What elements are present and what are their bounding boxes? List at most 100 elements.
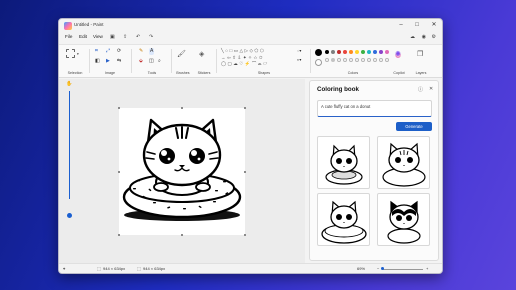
- primary-color-swatch[interactable]: [315, 49, 322, 56]
- account-icon[interactable]: ◉: [422, 34, 426, 40]
- zoom-slider-knob[interactable]: [67, 213, 72, 218]
- hand-icon[interactable]: ✋: [66, 82, 72, 87]
- group-label-copilot: Copilot: [393, 71, 405, 75]
- fill-icon[interactable]: ⬙: [139, 59, 143, 64]
- coloring-book-panel: Coloring book ⓘ ✕ A cute fluffy cat on a…: [309, 80, 439, 261]
- result-thumbnail-2[interactable]: [377, 136, 430, 189]
- palette-color-swatch[interactable]: [373, 50, 377, 54]
- palette-color-swatch[interactable]: [373, 58, 377, 62]
- crop-icon[interactable]: ⌗: [95, 49, 98, 54]
- canvas-size-text: 944 × 634px: [103, 266, 126, 271]
- maximize-button[interactable]: □: [411, 21, 423, 30]
- result-thumbnail-1[interactable]: [317, 136, 370, 189]
- resize-handle[interactable]: [181, 234, 183, 236]
- palette-color-swatch[interactable]: [349, 58, 353, 62]
- vertical-zoom-slider[interactable]: [69, 91, 70, 199]
- copilot-icon[interactable]: ✺: [395, 51, 401, 58]
- group-label-colors: Colors: [347, 71, 359, 75]
- palette-color-swatch[interactable]: [385, 58, 389, 62]
- ribbon-divider: [216, 49, 217, 73]
- cloud-icon[interactable]: ☁: [410, 34, 415, 40]
- resize-handle[interactable]: [118, 171, 120, 173]
- resize-icon[interactable]: ⤢: [106, 49, 110, 54]
- eraser-icon[interactable]: ◫: [149, 59, 154, 64]
- minimize-button[interactable]: –: [395, 21, 407, 30]
- redo-icon[interactable]: ↷: [149, 34, 153, 40]
- ribbon-divider: [171, 49, 172, 73]
- group-label-brushes: Brushes: [176, 71, 190, 75]
- outline-icon[interactable]: ◌▾: [297, 49, 301, 53]
- sticker-icon[interactable]: ◈: [199, 51, 204, 58]
- image-creator-icon[interactable]: ▶: [106, 59, 110, 64]
- resize-handle[interactable]: [244, 107, 246, 109]
- title-bar: Untitled - Paint – □ ✕: [59, 19, 442, 33]
- undo-icon[interactable]: ↶: [136, 34, 140, 40]
- generate-button[interactable]: Generate: [396, 122, 432, 131]
- flip-icon[interactable]: ⇆: [117, 59, 121, 64]
- resize-handle[interactable]: [181, 107, 183, 109]
- resize-handle[interactable]: [118, 107, 120, 109]
- pencil-icon[interactable]: ✎: [139, 49, 143, 54]
- prompt-input[interactable]: A cute fluffy cat on a donut: [317, 100, 432, 117]
- shape-fill-icon[interactable]: ◐▾: [297, 58, 301, 62]
- palette-color-swatch[interactable]: [325, 50, 329, 54]
- cat-thumbnail-image: [321, 200, 367, 244]
- help-icon[interactable]: ⓘ: [418, 86, 423, 93]
- group-label-shapes: Shapes: [257, 71, 271, 75]
- menu-bar: File Edit View ▣ ⇪ ↶ ↷ ⚙ ◉ ☁: [59, 33, 442, 43]
- drawing-canvas[interactable]: [119, 108, 245, 235]
- close-panel-icon[interactable]: ✕: [429, 86, 433, 92]
- close-button[interactable]: ✕: [428, 21, 440, 30]
- palette-color-swatch[interactable]: [361, 50, 365, 54]
- zoom-in-icon[interactable]: +: [426, 266, 428, 271]
- zoom-tool-icon[interactable]: ⌕: [158, 59, 161, 64]
- palette-color-swatch[interactable]: [385, 50, 389, 54]
- cat-thumbnail-image: [382, 142, 426, 187]
- share-icon[interactable]: ⇪: [123, 34, 127, 40]
- palette-color-swatch[interactable]: [349, 50, 353, 54]
- palette-color-swatch[interactable]: [379, 58, 383, 62]
- result-thumbnail-3[interactable]: [317, 193, 370, 246]
- paint-window: Untitled - Paint – □ ✕ File Edit View ▣ …: [58, 18, 443, 274]
- palette-color-swatch[interactable]: [379, 50, 383, 54]
- ribbon-divider: [89, 49, 90, 73]
- chevron-down-icon[interactable]: ▾: [77, 52, 79, 57]
- zoom-out-icon[interactable]: −: [377, 266, 379, 271]
- remove-background-icon[interactable]: ◧: [95, 59, 100, 64]
- resize-handle[interactable]: [244, 171, 246, 173]
- save-icon[interactable]: ▣: [110, 34, 115, 40]
- ribbon-divider: [310, 49, 311, 73]
- palette-color-swatch[interactable]: [331, 58, 335, 62]
- palette-color-swatch[interactable]: [367, 58, 371, 62]
- zoom-slider[interactable]: [383, 269, 423, 270]
- text-tool-icon[interactable]: A: [149, 48, 155, 55]
- layers-icon[interactable]: ❐: [417, 51, 423, 58]
- palette-color-swatch[interactable]: [355, 50, 359, 54]
- palette-color-swatch[interactable]: [343, 58, 347, 62]
- palette-color-swatch[interactable]: [355, 58, 359, 62]
- palette-color-swatch[interactable]: [325, 58, 329, 62]
- palette-color-swatch[interactable]: [337, 50, 341, 54]
- menu-edit[interactable]: Edit: [79, 34, 87, 39]
- secondary-color-swatch[interactable]: [315, 59, 322, 66]
- zoom-slider-thumb[interactable]: [381, 267, 384, 270]
- settings-icon[interactable]: ⚙: [432, 34, 436, 40]
- resize-handle[interactable]: [118, 234, 120, 236]
- palette-color-swatch[interactable]: [331, 50, 335, 54]
- palette-color-swatch[interactable]: [343, 50, 347, 54]
- rotate-icon[interactable]: ⟳: [117, 49, 121, 54]
- ribbon-divider: [131, 49, 132, 73]
- zoom-level[interactable]: 69%: [357, 266, 365, 271]
- cursor-icon: ⌖: [63, 266, 66, 271]
- group-label-image: Image: [105, 71, 115, 75]
- shapes-gallery[interactable]: ╲○□▭△▷◇⬠⬡ →⇦⇧⇩✦✧☆✩ ◯▢☁♡⚡⌒⌓▱: [221, 48, 293, 70]
- result-thumbnail-4[interactable]: [377, 193, 430, 246]
- palette-color-swatch[interactable]: [361, 58, 365, 62]
- palette-color-swatch[interactable]: [367, 50, 371, 54]
- resize-handle[interactable]: [244, 234, 246, 236]
- select-tool-icon[interactable]: [66, 49, 75, 58]
- brush-icon[interactable]: 🖌: [177, 51, 186, 58]
- menu-view[interactable]: View: [93, 34, 103, 39]
- menu-file[interactable]: File: [65, 34, 72, 39]
- palette-color-swatch[interactable]: [337, 58, 341, 62]
